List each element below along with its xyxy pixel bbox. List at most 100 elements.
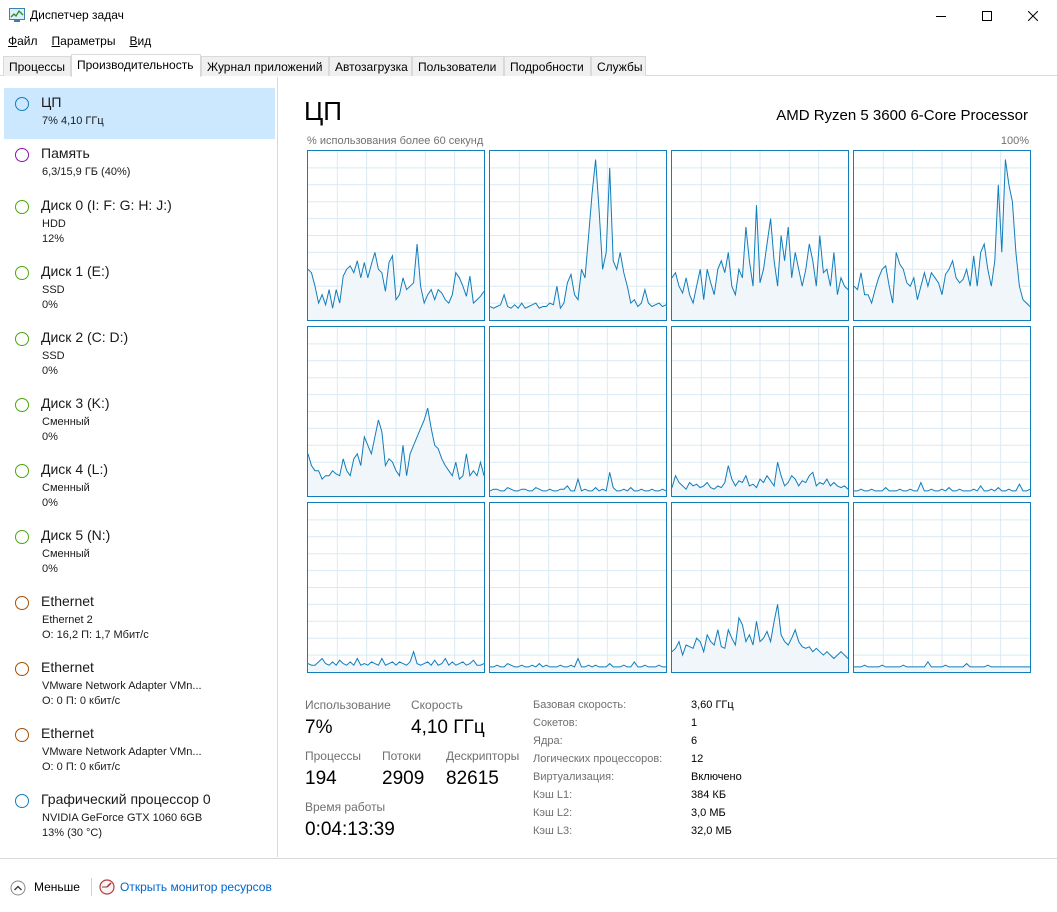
spec-label: Кэш L2: — [533, 807, 573, 819]
disk-indicator-icon — [15, 398, 29, 412]
maximize-button[interactable] — [964, 0, 1010, 31]
sidebar-item-title: ЦП — [41, 94, 62, 110]
sidebar-item-cpu[interactable]: ЦП 7% 4,10 ГГц — [4, 88, 275, 139]
logical-processor-graph-10 — [489, 502, 667, 673]
resource-monitor-icon — [99, 879, 115, 895]
menu-view[interactable]: Вид — [121, 31, 157, 51]
sidebar-item-disk-3[interactable]: Диск 3 (K:) Сменный 0% — [4, 388, 275, 454]
graph-max-label: 100% — [1000, 135, 1029, 147]
tab-details[interactable]: Подробности — [504, 56, 591, 76]
menu-file[interactable]: Файл — [0, 31, 44, 51]
sidebar-item-memory[interactable]: Память 6,3/15,9 ГБ (40%) — [4, 139, 275, 190]
sidebar-item-disk-5[interactable]: Диск 5 (N:) Сменный 0% — [4, 520, 275, 586]
sidebar-item-detail: 0% — [42, 497, 58, 509]
title-bar[interactable]: Диспетчер задач — [0, 0, 1057, 31]
speed-label: Скорость — [411, 698, 463, 712]
spec-label: Ядра: — [533, 735, 563, 747]
disk-indicator-icon — [15, 200, 29, 214]
cpu-usage-chart — [490, 503, 666, 672]
spec-value: 384 КБ — [691, 789, 727, 801]
spec-label: Сокетов: — [533, 717, 578, 729]
uptime-label: Время работы — [305, 800, 386, 814]
sidebar-item-disk-1[interactable]: Диск 1 (E:) SSD 0% — [4, 256, 275, 322]
usage-area — [490, 658, 666, 672]
tab-performance[interactable]: Производительность — [71, 54, 201, 77]
sidebar-item-detail: О: 0 П: 0 кбит/с — [42, 695, 121, 707]
spec-label: Кэш L1: — [533, 789, 573, 801]
disk-indicator-icon — [15, 464, 29, 478]
tab-app-history[interactable]: Журнал приложений — [201, 56, 329, 76]
sidebar-item-title: Ethernet — [41, 725, 94, 741]
sidebar-item-adapter: VMware Network Adapter VMn... — [42, 746, 202, 758]
tab-strip: Процессы Производительность Журнал прило… — [0, 54, 1057, 77]
sidebar-item-type: HDD — [42, 218, 66, 230]
gpu-indicator-icon — [15, 794, 29, 808]
task-manager-app-icon — [9, 8, 25, 22]
footer-bar: Меньше Открыть монитор ресурсов — [0, 858, 1057, 912]
uptime-value: 0:04:13:39 — [305, 819, 395, 840]
sidebar-item-ethernet-1[interactable]: Ethernet Ethernet 2 О: 16,2 П: 1,7 Мбит/… — [4, 586, 275, 652]
open-resource-monitor-link[interactable]: Открыть монитор ресурсов — [120, 880, 272, 894]
threads-label: Потоки — [382, 749, 422, 763]
tab-startup[interactable]: Автозагрузка — [329, 56, 412, 76]
spec-value: 3,60 ГГц — [691, 699, 734, 711]
sidebar-item-type: Сменный — [42, 548, 90, 560]
sidebar-item-detail: 0% — [42, 365, 58, 377]
sidebar-item-detail: 12% — [42, 233, 65, 245]
menu-view-accel: В — [129, 34, 138, 48]
spec-value: 12 — [691, 753, 704, 765]
cpu-usage-chart — [672, 151, 848, 320]
sidebar-item-detail: 7% 4,10 ГГц — [42, 115, 104, 127]
tab-users[interactable]: Пользователи — [412, 56, 504, 76]
sidebar-item-title: Диск 4 (L:) — [41, 461, 108, 477]
usage-label: Использование — [305, 698, 391, 712]
menu-options-rest: араметры — [60, 34, 116, 48]
cpu-usage-chart — [854, 327, 1030, 496]
logical-processor-graph-7 — [671, 326, 849, 497]
sidebar-item-adapter: VMware Network Adapter VMn... — [42, 680, 202, 692]
sidebar-item-ethernet-2[interactable]: Ethernet VMware Network Adapter VMn... О… — [4, 652, 275, 718]
sidebar-item-detail: О: 0 П: 0 кбит/с — [42, 761, 121, 773]
maximize-icon — [982, 10, 992, 21]
cpu-usage-chart — [308, 327, 484, 496]
sidebar-item-title: Ethernet — [41, 593, 94, 609]
sidebar-item-title: Диск 0 (I: F: G: H: J:) — [41, 197, 172, 213]
spec-label: Логических процессоров: — [533, 753, 663, 765]
processor-name: AMD Ryzen 5 3600 6-Core Processor — [776, 107, 1028, 124]
spec-value: 32,0 МБ — [691, 825, 732, 837]
spec-label: Кэш L3: — [533, 825, 573, 837]
menu-file-rest: айл — [17, 34, 38, 48]
tab-services[interactable]: Службы — [591, 56, 646, 76]
fewer-details-button[interactable]: Меньше — [34, 880, 80, 894]
cpu-usage-chart — [672, 327, 848, 496]
sidebar-item-gpu-0[interactable]: Графический процессор 0 NVIDIA GeForce G… — [4, 784, 275, 850]
resource-sidebar: ЦП 7% 4,10 ГГц Память 6,3/15,9 ГБ (40%) … — [0, 77, 278, 857]
sidebar-item-detail: 13% (30 °C) — [42, 827, 103, 839]
handles-label: Дескрипторы — [446, 749, 520, 763]
cpu-usage-chart — [308, 503, 484, 672]
logical-processor-graph-6 — [489, 326, 667, 497]
sidebar-item-ethernet-3[interactable]: Ethernet VMware Network Adapter VMn... О… — [4, 718, 275, 784]
page-title: ЦП — [304, 96, 342, 126]
sidebar-item-disk-4[interactable]: Диск 4 (L:) Сменный 0% — [4, 454, 275, 520]
footer-divider — [91, 878, 92, 896]
sidebar-item-detail: 0% — [42, 431, 58, 443]
disk-indicator-icon — [15, 530, 29, 544]
sidebar-item-title: Ethernet — [41, 659, 94, 675]
sidebar-item-detail: О: 16,2 П: 1,7 Мбит/с — [42, 629, 149, 641]
chevron-up-icon[interactable] — [10, 880, 26, 896]
logical-processor-graph-4 — [853, 150, 1031, 321]
processes-value: 194 — [305, 768, 337, 789]
sidebar-item-adapter: Ethernet 2 — [42, 614, 93, 626]
close-button[interactable] — [1010, 0, 1056, 31]
logical-processor-graph-9 — [307, 502, 485, 673]
cpu-usage-chart — [672, 503, 848, 672]
menu-options[interactable]: Параметры — [44, 31, 122, 51]
speed-value: 4,10 ГГц — [411, 717, 485, 738]
tab-processes[interactable]: Процессы — [3, 56, 71, 76]
cpu-indicator-icon — [15, 97, 29, 111]
sidebar-item-disk-0[interactable]: Диск 0 (I: F: G: H: J:) HDD 12% — [4, 190, 275, 256]
minimize-button[interactable] — [918, 0, 964, 31]
sidebar-item-detail: 0% — [42, 299, 58, 311]
sidebar-item-disk-2[interactable]: Диск 2 (C: D:) SSD 0% — [4, 322, 275, 388]
